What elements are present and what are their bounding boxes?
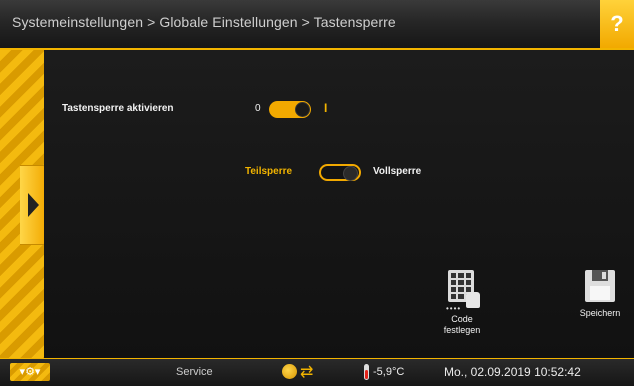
header-bar: Systemeinstellungen > Globale Einstellun… xyxy=(0,0,634,50)
partial-lock-label: Teilsperre xyxy=(245,166,293,177)
toggle-knob xyxy=(295,102,310,117)
status-bar: ▾⚙▾ Service ⇄ -5,9°C Mo., 02.09.2019 10:… xyxy=(0,358,634,386)
full-lock-label: Vollsperre xyxy=(373,166,422,177)
globe-icon[interactable] xyxy=(282,364,297,379)
date-time: Mo., 02.09.2019 10:52:42 xyxy=(444,365,581,379)
lock-off-label: 0 xyxy=(255,103,261,114)
thermometer-icon xyxy=(364,364,369,380)
set-code-label-2: festlegen xyxy=(443,325,481,335)
set-code-label-1: Code xyxy=(451,314,473,324)
main-content xyxy=(44,50,634,358)
side-menu-toggle[interactable] xyxy=(20,165,47,245)
save-button[interactable]: Speichern xyxy=(566,270,634,319)
outside-temperature: -5,9°C xyxy=(373,366,405,378)
lock-toggle[interactable] xyxy=(269,101,311,118)
help-button[interactable]: ? xyxy=(600,0,634,48)
save-label: Speichern xyxy=(579,308,621,318)
floppy-disk-icon xyxy=(585,270,615,302)
breadcrumb: Systemeinstellungen > Globale Einstellun… xyxy=(12,14,396,30)
lock-mode-toggle[interactable] xyxy=(319,164,361,181)
toggle-knob xyxy=(343,166,358,181)
tools-button[interactable]: ▾⚙▾ xyxy=(10,363,50,381)
swap-arrows-icon: ⇄ xyxy=(300,364,314,381)
service-label[interactable]: Service xyxy=(176,366,213,378)
chevron-right-icon xyxy=(27,193,39,217)
question-icon: ? xyxy=(610,11,624,36)
keypad-icon: •••• xyxy=(444,270,480,313)
lock-label: Tastensperre aktivieren xyxy=(62,103,174,114)
set-code-button[interactable]: •••• Code festlegen xyxy=(430,270,494,336)
lock-on-label: I xyxy=(324,101,328,115)
gear-icon: ▾⚙▾ xyxy=(19,366,41,378)
